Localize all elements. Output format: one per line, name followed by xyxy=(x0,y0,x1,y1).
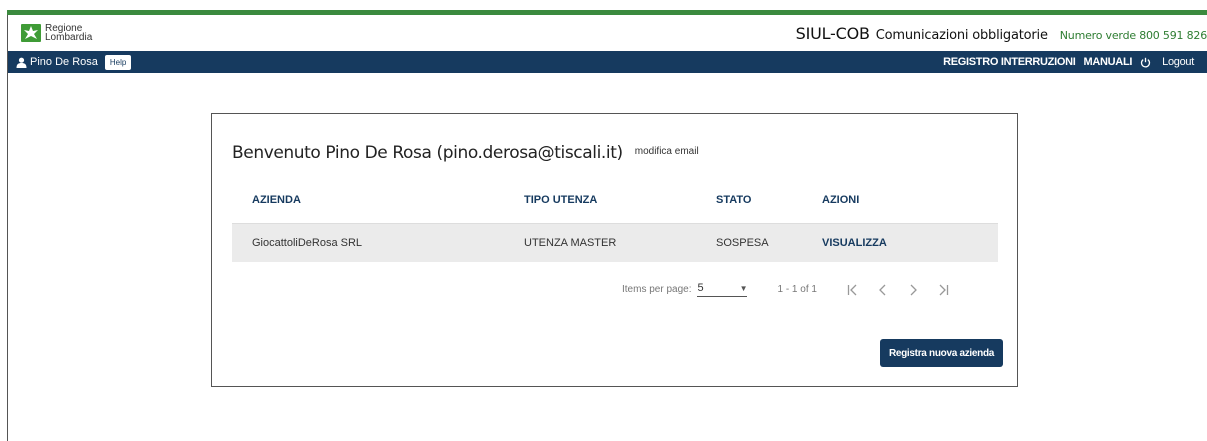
col-azioni-header: AZIONI xyxy=(822,193,860,206)
register-new-company-button[interactable]: Registra nuova azienda xyxy=(880,339,1003,367)
top-navbar: Pino De Rosa Help REGISTRO INTERRUZIONI … xyxy=(8,51,1207,73)
visualizza-link[interactable]: VISUALIZZA xyxy=(822,237,972,249)
window-border xyxy=(7,10,8,441)
regione-lombardia-logo[interactable]: Regione Lombardia xyxy=(21,24,93,43)
header-title-group: SIUL-COB Comunicazioni obbligatorie Nume… xyxy=(796,24,1207,43)
logout-link[interactable]: Logout xyxy=(1140,56,1194,68)
caret-down-icon: ▼ xyxy=(739,283,748,293)
items-per-page-label: Items per page: xyxy=(622,284,692,295)
aziende-table: AZIENDA TIPO UTENZA STATO AZIONI Giocatt… xyxy=(232,176,998,262)
toll-free-number: Numero verde 800 591 826 xyxy=(1059,28,1207,42)
items-per-page-select[interactable]: 5 ▼ xyxy=(697,282,748,297)
chevron-left-icon[interactable] xyxy=(877,284,889,296)
app-header: Regione Lombardia SIUL-COB Comunicazioni… xyxy=(8,15,1207,51)
col-azienda-header[interactable]: AZIENDA xyxy=(232,194,524,206)
nav-registro-interruzioni[interactable]: REGISTRO INTERRUZIONI xyxy=(943,56,1076,68)
table-header: AZIENDA TIPO UTENZA STATO AZIONI xyxy=(232,176,998,224)
page-range: 1 - 1 of 1 xyxy=(777,284,817,295)
table-row[interactable]: GiocattoliDeRosa SRL UTENZA MASTER SOSPE… xyxy=(232,224,998,262)
cell-tipo-utenza: UTENZA MASTER xyxy=(524,237,617,249)
nav-manuali[interactable]: MANUALI xyxy=(1084,56,1133,68)
logo-text: Regione Lombardia xyxy=(45,24,93,43)
app-subtitle: Comunicazioni obbligatorie xyxy=(875,27,1048,43)
items-per-page-value: 5 xyxy=(697,282,704,294)
nav-links: REGISTRO INTERRUZIONI MANUALI Logout xyxy=(935,56,1207,68)
paginator: Items per page: 5 ▼ 1 - 1 of 1 xyxy=(622,282,949,297)
logout-label: Logout xyxy=(1162,56,1194,68)
welcome-header: Benvenuto Pino De Rosa (pino.derosa@tisc… xyxy=(232,143,699,163)
user-icon xyxy=(16,57,27,68)
col-tipo-utenza-header[interactable]: TIPO UTENZA xyxy=(524,194,716,206)
aziende-card: Benvenuto Pino De Rosa (pino.derosa@tisc… xyxy=(211,113,1018,387)
cell-stato: SOSPESA xyxy=(716,237,769,249)
user-name: Pino De Rosa xyxy=(30,56,98,68)
lombardia-rose-icon xyxy=(21,24,41,42)
page-navigation xyxy=(847,284,949,296)
first-page-icon[interactable] xyxy=(847,284,859,296)
power-icon xyxy=(1141,57,1151,67)
welcome-text: Benvenuto Pino De Rosa (pino.derosa@tisc… xyxy=(232,143,623,163)
cell-azienda: GiocattoliDeRosa SRL xyxy=(252,237,363,249)
edit-email-link[interactable]: modifica email xyxy=(635,146,699,157)
last-page-icon[interactable] xyxy=(937,284,949,296)
user-menu[interactable]: Pino De Rosa xyxy=(16,56,98,68)
help-button[interactable]: Help xyxy=(104,54,132,70)
app-title: SIUL-COB xyxy=(795,23,870,43)
chevron-right-icon[interactable] xyxy=(907,284,919,296)
logo-line-2: Lombardia xyxy=(45,32,93,43)
col-stato-header[interactable]: STATO xyxy=(716,194,822,206)
